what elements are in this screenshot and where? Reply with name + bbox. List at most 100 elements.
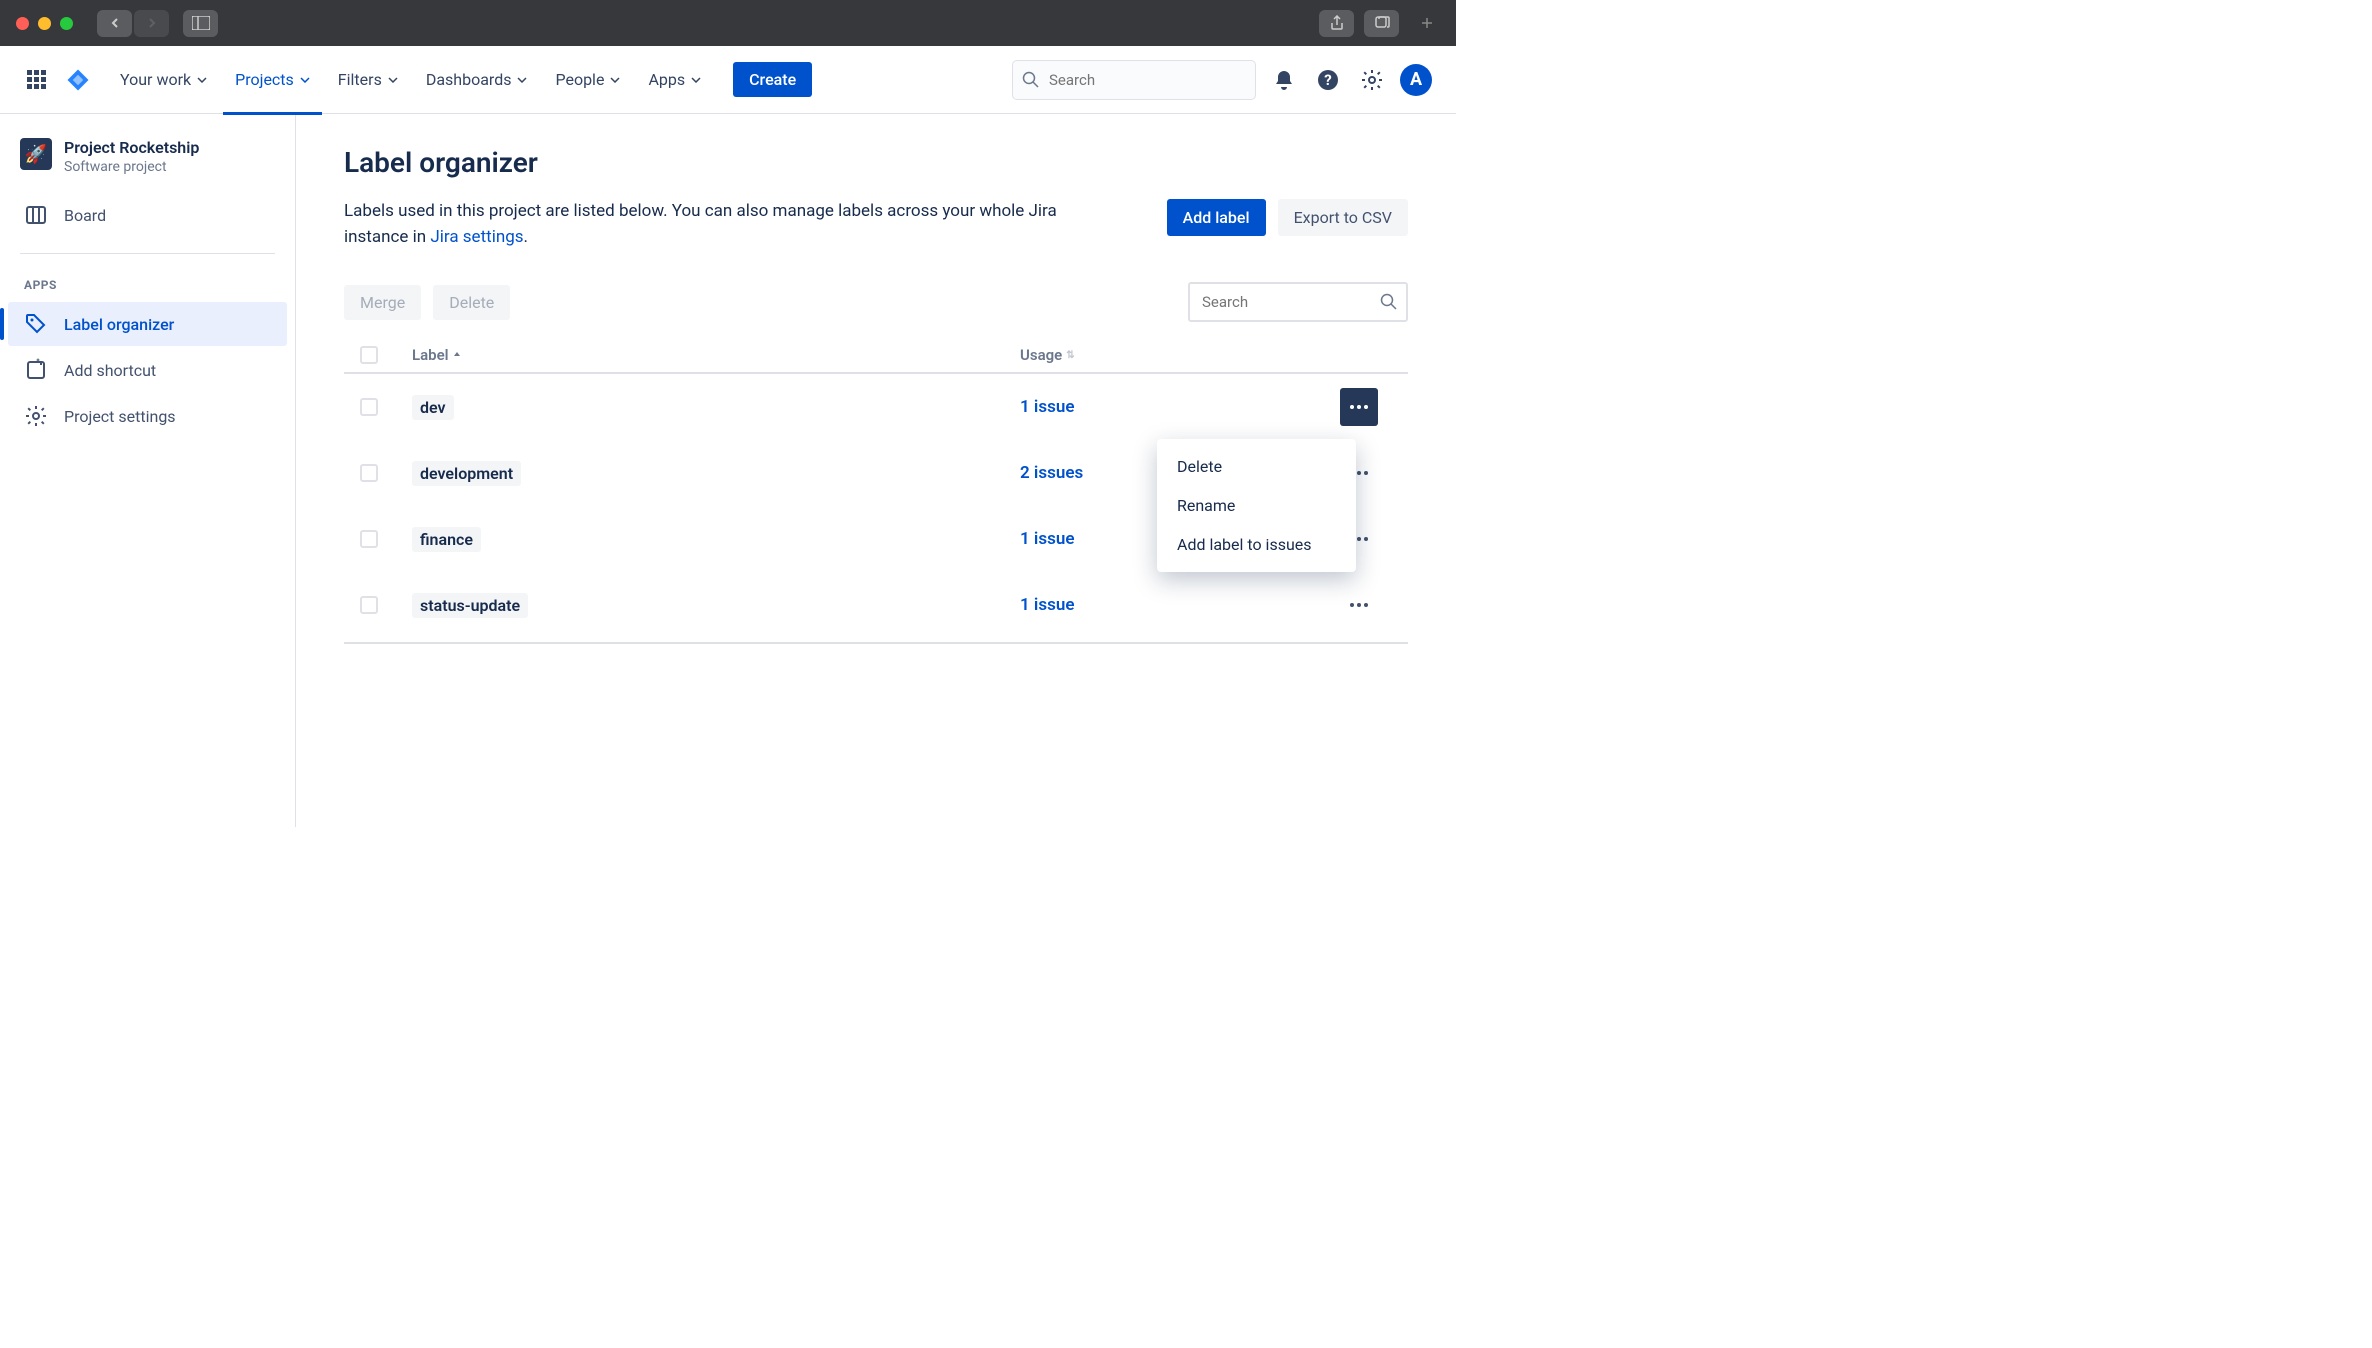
bell-icon	[1272, 68, 1296, 92]
gear-icon	[1360, 68, 1384, 92]
desc-text-2: .	[524, 227, 528, 247]
sort-asc-icon	[453, 351, 461, 359]
dropdown-item-add-to-issues[interactable]: Add label to issues	[1157, 525, 1356, 564]
table-footer-divider	[344, 642, 1408, 644]
nav-items: Your work Projects Filters Dashboards Pe…	[108, 62, 812, 97]
nav-back-button[interactable]	[97, 10, 132, 37]
row-more-button[interactable]	[1340, 586, 1378, 624]
nav-forward-button[interactable]	[134, 10, 169, 37]
nav-your-work[interactable]: Your work	[108, 64, 219, 95]
nav-label: Apps	[648, 70, 685, 89]
add-label-button[interactable]: Add label	[1167, 199, 1266, 236]
usage-link[interactable]: 1 issue	[1020, 529, 1074, 549]
page-description: Labels used in this project are listed b…	[344, 199, 1094, 250]
jira-logo-icon[interactable]	[64, 66, 92, 94]
nav-people[interactable]: People	[543, 64, 632, 95]
row-checkbox[interactable]	[360, 464, 378, 482]
sidebar-toggle-button[interactable]	[183, 10, 218, 37]
settings-button[interactable]	[1356, 64, 1388, 96]
select-all-checkbox[interactable]	[360, 346, 378, 364]
sidebar-item-add-shortcut[interactable]: Add shortcut	[8, 348, 287, 392]
sidebar-section-apps: APPS	[8, 270, 287, 300]
column-usage-text: Usage	[1020, 346, 1062, 364]
label-chip: development	[412, 461, 521, 486]
chevron-down-icon	[610, 77, 620, 83]
avatar[interactable]: A	[1400, 64, 1432, 96]
jira-settings-link[interactable]: Jira settings	[430, 227, 523, 247]
add-tab-button[interactable]	[1413, 10, 1440, 37]
label-chip: status-update	[412, 593, 528, 618]
help-icon: ?	[1316, 68, 1340, 92]
window-minimize-button[interactable]	[38, 17, 51, 30]
main-content: Label organizer Labels used in this proj…	[296, 114, 1456, 827]
sidebar-item-project-settings[interactable]: Project settings	[8, 394, 287, 438]
dropdown-item-rename[interactable]: Rename	[1157, 486, 1356, 525]
more-icon	[1349, 602, 1369, 608]
sidebar-divider	[20, 253, 275, 254]
sidebar-item-label: Board	[64, 206, 106, 225]
window-maximize-button[interactable]	[60, 17, 73, 30]
window-controls	[16, 17, 73, 30]
notifications-button[interactable]	[1268, 64, 1300, 96]
help-button[interactable]: ?	[1312, 64, 1344, 96]
delete-button[interactable]: Delete	[433, 285, 510, 320]
merge-button[interactable]: Merge	[344, 285, 421, 320]
plus-icon	[1421, 17, 1433, 29]
column-header-usage[interactable]: Usage ⇅	[1020, 346, 1340, 364]
nav-apps[interactable]: Apps	[636, 64, 713, 95]
sidebar-item-label-organizer[interactable]: Label organizer	[8, 302, 287, 346]
table-header: Label Usage ⇅	[344, 338, 1408, 374]
more-icon	[1349, 404, 1369, 410]
tabs-icon	[1374, 15, 1390, 31]
table-search-input[interactable]	[1188, 282, 1408, 322]
nav-label: Your work	[120, 70, 191, 89]
sidebar-item-label: Project settings	[64, 407, 176, 426]
dropdown-item-delete[interactable]: Delete	[1157, 447, 1356, 486]
row-checkbox[interactable]	[360, 596, 378, 614]
app-switcher-button[interactable]	[24, 68, 48, 92]
chevron-down-icon	[300, 77, 310, 83]
share-button[interactable]	[1319, 10, 1354, 37]
sidebar-item-board[interactable]: Board	[8, 193, 287, 237]
chevron-down-icon	[197, 77, 207, 83]
nav-projects[interactable]: Projects	[223, 64, 322, 95]
search-icon	[1380, 293, 1398, 311]
board-icon	[24, 203, 48, 227]
nav-label: Projects	[235, 70, 294, 89]
window-close-button[interactable]	[16, 17, 29, 30]
usage-link[interactable]: 1 issue	[1020, 595, 1074, 615]
chevron-down-icon	[691, 77, 701, 83]
chevron-left-icon	[109, 17, 121, 29]
sidebar-item-label: Label organizer	[64, 315, 174, 334]
sort-indicator-icon: ⇅	[1066, 350, 1074, 361]
row-more-button[interactable]	[1340, 388, 1378, 426]
project-icon: 🚀	[20, 138, 52, 170]
nav-label: Dashboards	[426, 70, 512, 89]
table-search	[1188, 282, 1408, 322]
column-header-label[interactable]: Label	[412, 346, 1020, 364]
share-icon	[1330, 15, 1344, 31]
nav-label: Filters	[338, 70, 382, 89]
row-actions-dropdown: Delete Rename Add label to issues	[1157, 439, 1356, 572]
chevron-right-icon	[146, 17, 158, 29]
nav-filters[interactable]: Filters	[326, 64, 410, 95]
usage-link[interactable]: 1 issue	[1020, 397, 1074, 417]
project-header: 🚀 Project Rocketship Software project	[8, 138, 287, 191]
row-checkbox[interactable]	[360, 530, 378, 548]
usage-link[interactable]: 2 issues	[1020, 463, 1083, 483]
tabs-button[interactable]	[1364, 10, 1399, 37]
label-chip: finance	[412, 527, 481, 552]
top-navigation: Your work Projects Filters Dashboards Pe…	[0, 46, 1456, 114]
export-csv-button[interactable]: Export to CSV	[1278, 199, 1408, 236]
project-type: Software project	[64, 159, 199, 175]
create-button[interactable]: Create	[733, 62, 812, 97]
sidebar-item-label: Add shortcut	[64, 361, 156, 380]
column-label-text: Label	[412, 346, 449, 364]
sidebar-icon	[192, 16, 210, 30]
svg-text:?: ?	[1324, 71, 1331, 89]
nav-dashboards[interactable]: Dashboards	[414, 64, 540, 95]
search-input[interactable]	[1012, 60, 1256, 100]
label-chip: dev	[412, 395, 454, 420]
search-icon	[1022, 71, 1040, 89]
row-checkbox[interactable]	[360, 398, 378, 416]
